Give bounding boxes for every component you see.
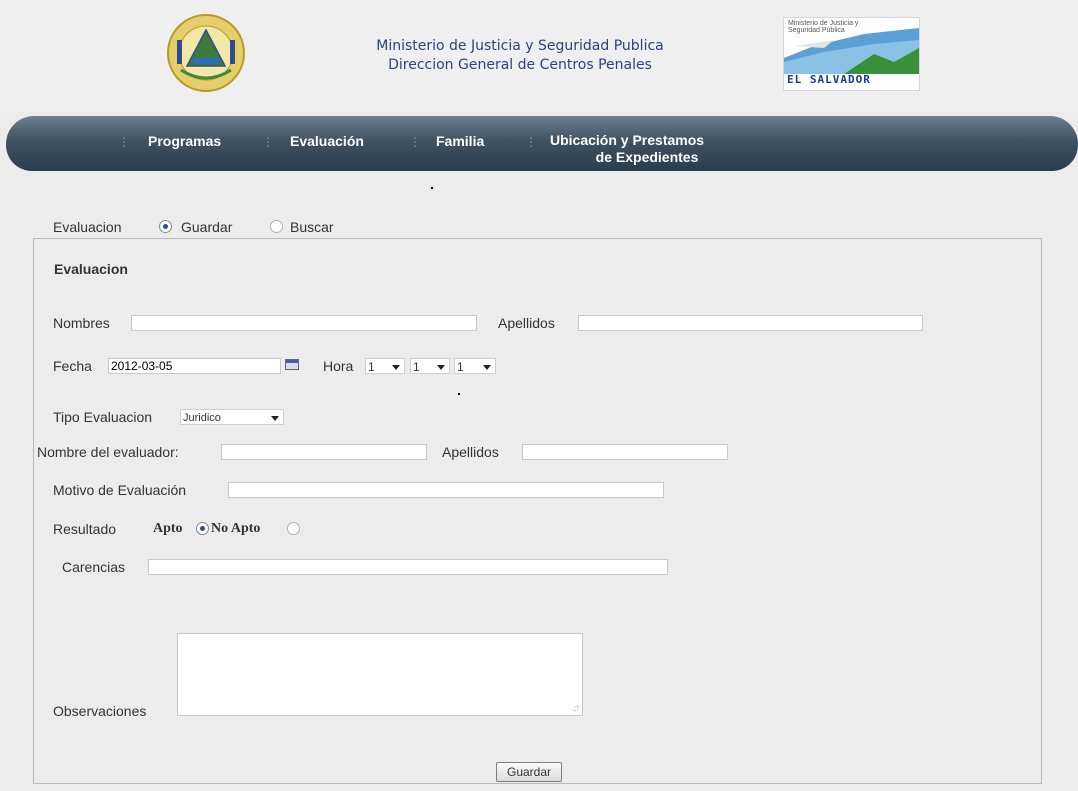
nav-item-ubicacion[interactable]: Ubicación y Prestamos de Expedientes (550, 132, 704, 166)
apellidos-label: Apellidos (498, 315, 555, 331)
logo-graphic (784, 28, 919, 74)
nav-item-programas[interactable]: Programas (148, 133, 221, 149)
evaluador-label: Nombre del evaluador: (37, 444, 179, 460)
nav-item-ubicacion-line1: Ubicación y Prestamos (550, 132, 705, 148)
el-salvador-logo: Ministerio de Justicia y Seguridad Públi… (783, 17, 920, 91)
fecha-label: Fecha (53, 358, 92, 374)
carencias-input[interactable] (148, 559, 668, 575)
guardar-button[interactable]: Guardar (496, 762, 562, 782)
evaluador-apellidos-input[interactable] (522, 444, 728, 460)
stray-dot (458, 393, 460, 395)
apto-radio-label[interactable]: Apto (153, 521, 183, 537)
buscar-radio[interactable] (270, 220, 283, 233)
nav-separator: ⋮ (118, 135, 130, 149)
nombres-input[interactable] (131, 315, 477, 331)
hora-minute-select[interactable]: 1 (410, 358, 450, 374)
observaciones-textarea[interactable]: .:! (177, 633, 583, 716)
carencias-label: Carencias (62, 559, 126, 575)
nav-separator: ⋮ (525, 135, 537, 149)
resize-grip-icon[interactable]: .:! (572, 704, 579, 713)
hora-label: Hora (323, 358, 354, 374)
apto-radio[interactable] (196, 522, 209, 535)
motivo-input[interactable] (228, 482, 664, 498)
hora-minute-value: 1 (413, 360, 420, 374)
fecha-input[interactable] (108, 358, 281, 374)
no-apto-radio[interactable] (287, 522, 300, 535)
stray-dot (431, 187, 433, 189)
tipo-evaluacion-label: Tipo Evaluacion (53, 409, 153, 425)
hora-hour-value: 1 (368, 360, 375, 374)
buscar-radio-label[interactable]: Buscar (290, 219, 334, 235)
tipo-evaluacion-value: Juridico (183, 412, 221, 424)
hora-second-value: 1 (457, 360, 464, 374)
calendar-icon[interactable] (285, 359, 299, 370)
hora-second-select[interactable]: 1 (454, 358, 496, 374)
ministry-title: Ministerio de Justicia y Seguridad Publi… (376, 38, 664, 54)
hora-hour-select[interactable]: 1 (365, 358, 405, 374)
evaluador-apellidos-label: Apellidos (442, 444, 499, 460)
guardar-radio-label[interactable]: Guardar (181, 219, 232, 235)
logo-name: EL SALVADOR (787, 73, 871, 86)
resultado-label: Resultado (53, 521, 117, 537)
motivo-label: Motivo de Evaluación (53, 482, 187, 498)
chevron-down-icon (392, 365, 400, 370)
chevron-down-icon (271, 416, 279, 421)
nombres-label: Nombres (53, 315, 110, 331)
evaluador-input[interactable] (221, 444, 427, 460)
nav-item-evaluacion[interactable]: Evaluación (290, 133, 364, 149)
nav-item-familia[interactable]: Familia (436, 133, 484, 149)
nav-item-ubicacion-line2: de Expedientes (595, 149, 699, 165)
no-apto-radio-label[interactable]: No Apto (211, 521, 260, 537)
mode-label: Evaluacion (53, 219, 122, 235)
chevron-down-icon (483, 365, 491, 370)
page-header: Ministerio de Justicia y Seguridad Publi… (0, 0, 1078, 112)
main-nav: ⋮ Programas ⋮ Evaluación ⋮ Familia ⋮ Ubi… (6, 116, 1078, 171)
observaciones-label: Observaciones (53, 703, 147, 719)
apellidos-input[interactable] (578, 315, 923, 331)
chevron-down-icon (437, 365, 445, 370)
form-title: Evaluacion (54, 261, 128, 277)
header-titles: Ministerio de Justicia y Seguridad Publi… (300, 37, 740, 75)
tipo-evaluacion-select[interactable]: Juridico (180, 409, 284, 425)
coat-of-arms-logo (167, 14, 245, 92)
nav-separator: ⋮ (409, 135, 421, 149)
nav-separator: ⋮ (262, 135, 274, 149)
directorate-title: Direccion General de Centros Penales (388, 57, 652, 73)
guardar-radio[interactable] (159, 220, 172, 233)
